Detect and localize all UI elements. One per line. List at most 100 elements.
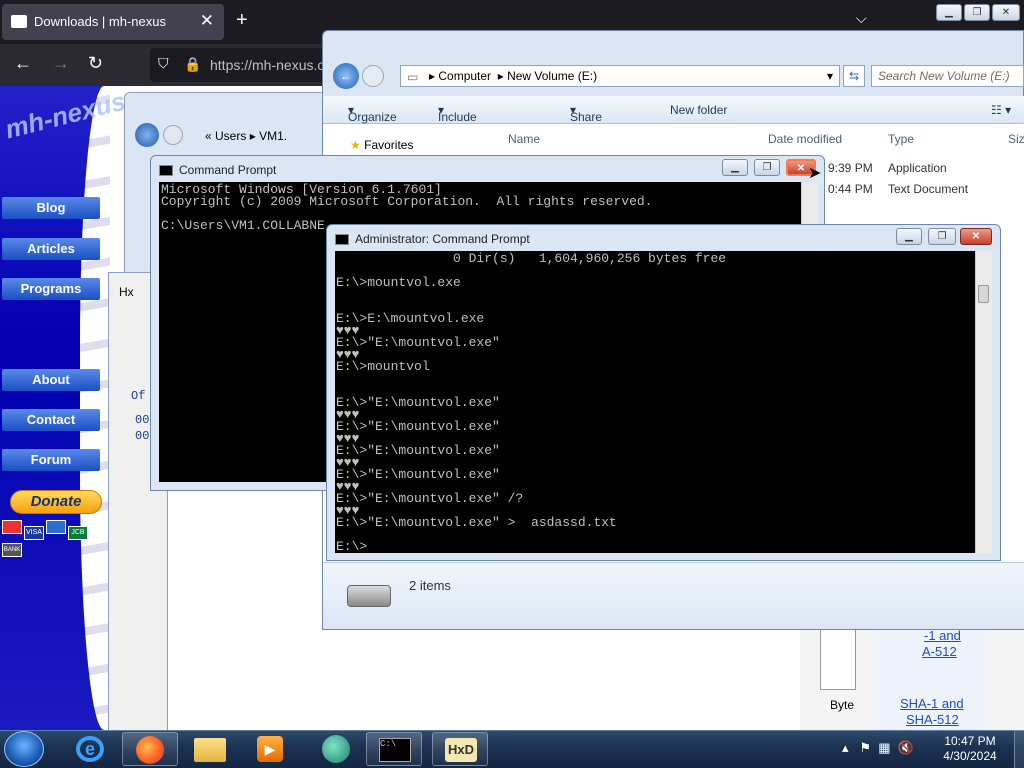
nav-forum[interactable]: Forum <box>2 449 100 471</box>
file-type[interactable]: Text Document <box>888 182 968 196</box>
payment-cards: VISA JCB BANK <box>2 520 110 557</box>
app-taskbar-button[interactable] <box>308 732 364 766</box>
url-text: https://mh-nexus.c <box>210 57 325 73</box>
forward-icon[interactable]: → <box>52 53 70 74</box>
link-sha512[interactable]: SHA-512 <box>906 712 959 727</box>
window-title: Administrator: Command Prompt <box>355 232 530 246</box>
forward-icon[interactable] <box>362 65 384 87</box>
file-date[interactable]: 0:44 PM <box>828 182 873 196</box>
refresh-icon[interactable]: ⇆ <box>843 65 865 87</box>
maximize-button[interactable]: ❐ <box>754 159 780 176</box>
address-bar[interactable]: ▭ ▸ Computer ▸ New Volume (E:) ▾ <box>400 65 840 87</box>
forward-icon[interactable] <box>163 125 183 145</box>
back-icon[interactable] <box>135 123 159 147</box>
list-tabs-button[interactable]: ⌵ <box>856 10 867 27</box>
offset-header: Of <box>131 389 146 403</box>
link-sha1-partial[interactable]: -1 and <box>924 628 961 643</box>
lock-icon[interactable]: 🔒 <box>184 56 201 73</box>
clock-time: 10:47 PM <box>944 734 996 748</box>
crumb-vm1[interactable]: VM1. <box>259 129 287 143</box>
mouse-cursor-icon: ➤ <box>808 165 822 182</box>
maximize-button[interactable]: ❐ <box>928 228 956 245</box>
show-hidden-icons-icon[interactable]: ▴ <box>842 740 849 755</box>
close-button[interactable]: ✕ <box>960 228 992 245</box>
console-output[interactable]: 0 Dir(s) 1,604,960,256 bytes free E:\>mo… <box>335 251 975 553</box>
explorer-toolbar: Organize ▾ Include in library ▾ Share wi… <box>323 96 1024 152</box>
firefox-icon <box>136 736 164 764</box>
link-sha512-partial[interactable]: A-512 <box>922 644 957 659</box>
offset-line: 00 <box>135 413 150 427</box>
bank-icon: BANK <box>2 543 22 557</box>
show-desktop-button[interactable] <box>1014 730 1024 768</box>
item-count: 2 items <box>409 578 451 593</box>
mastercard-icon <box>2 520 22 534</box>
include-in-library-button[interactable]: Include in library ▾ <box>438 103 477 152</box>
hxd-title: Hx <box>119 285 134 299</box>
file-type[interactable]: Application <box>888 161 947 175</box>
flag-icon[interactable]: ⚑ <box>859 740 871 755</box>
nav-blog[interactable]: Blog <box>2 197 100 219</box>
media-player-taskbar-button[interactable]: ▶ <box>242 732 298 766</box>
new-folder-button[interactable]: New folder <box>670 103 727 117</box>
ie-icon: e <box>76 736 104 762</box>
crumb-users[interactable]: Users <box>215 129 246 143</box>
column-type[interactable]: Type <box>888 132 914 146</box>
clock[interactable]: 10:47 PM 4/30/2024 <box>930 734 1010 764</box>
view-options-icon[interactable]: ☷ ▾ <box>991 103 1011 117</box>
media-play-icon: ▶ <box>257 736 283 762</box>
favorites-node[interactable]: ★ Favorites <box>350 138 413 152</box>
dropdown-icon[interactable]: ▾ <box>827 69 833 83</box>
minimize-button[interactable]: ▁ <box>936 4 962 21</box>
site-favicon-icon <box>11 15 27 28</box>
start-button[interactable] <box>4 731 44 767</box>
amex-icon <box>46 520 66 534</box>
minimize-button[interactable]: ▁ <box>722 159 748 176</box>
nav-about[interactable]: About <box>2 369 100 391</box>
back-icon[interactable]: ← <box>14 53 32 74</box>
firefox-taskbar-button[interactable] <box>122 732 178 766</box>
shield-icon[interactable]: ⛉ <box>158 55 169 72</box>
drive-icon: ▭ <box>407 70 419 84</box>
column-date-modified[interactable]: Date modified <box>768 132 842 146</box>
site-sidebar <box>0 86 110 730</box>
network-icon[interactable]: ▦ <box>878 740 890 755</box>
crumb-computer[interactable]: Computer <box>438 69 491 83</box>
new-tab-button[interactable]: + <box>236 9 248 32</box>
visa-icon: VISA <box>24 526 44 540</box>
search-input[interactable]: Search New Volume (E:) <box>871 65 1024 87</box>
close-tab-icon[interactable]: ✕ <box>200 11 214 31</box>
scrollbar[interactable] <box>975 251 992 553</box>
explorer-taskbar-button[interactable] <box>182 732 238 766</box>
donate-button[interactable]: Donate <box>10 490 102 514</box>
maximize-button[interactable]: ❐ <box>964 4 990 21</box>
volume-muted-icon[interactable]: 🔇 <box>898 740 914 755</box>
crumb-new-volume[interactable]: New Volume (E:) <box>507 69 597 83</box>
share-with-button[interactable]: Share with ▾ <box>570 103 602 138</box>
jcb-icon: JCB <box>68 526 88 540</box>
nav-articles[interactable]: Articles <box>2 238 100 260</box>
url-bar[interactable]: ⛉ 🔒 https://mh-nexus.c <box>150 48 330 82</box>
file-date[interactable]: 9:39 PM <box>828 161 873 175</box>
hxd-taskbar-button[interactable]: HxD <box>432 732 488 766</box>
cmd-taskbar-button[interactable]: C:\ <box>366 732 422 766</box>
nav-contact[interactable]: Contact <box>2 409 100 431</box>
ie-taskbar-button[interactable]: e <box>62 732 118 766</box>
organize-button[interactable]: Organize ▾ <box>348 103 397 124</box>
explorer-status-bar: 2 items <box>323 562 1024 629</box>
link-sha1[interactable]: SHA-1 and <box>900 696 964 711</box>
column-size[interactable]: Siz <box>1008 132 1024 146</box>
globe-icon <box>322 735 350 763</box>
browser-tab[interactable]: Downloads | mh-nexus ✕ <box>2 4 224 40</box>
scroll-thumb[interactable] <box>978 285 989 303</box>
list-box[interactable] <box>820 628 856 690</box>
folder-icon <box>194 738 226 762</box>
back-icon[interactable]: ← <box>333 63 359 89</box>
cmd-icon <box>159 165 173 176</box>
column-name[interactable]: Name <box>508 132 540 146</box>
byte-label: Byte <box>830 698 855 712</box>
reload-icon[interactable]: ↻ <box>88 53 103 74</box>
close-button[interactable]: ✕ <box>992 4 1020 21</box>
nav-programs[interactable]: Programs <box>2 278 100 300</box>
minimize-button[interactable]: ▁ <box>896 228 922 245</box>
admin-cmd-window[interactable]: Administrator: Command Prompt ▁ ❐ ✕ 0 Di… <box>326 224 1001 561</box>
